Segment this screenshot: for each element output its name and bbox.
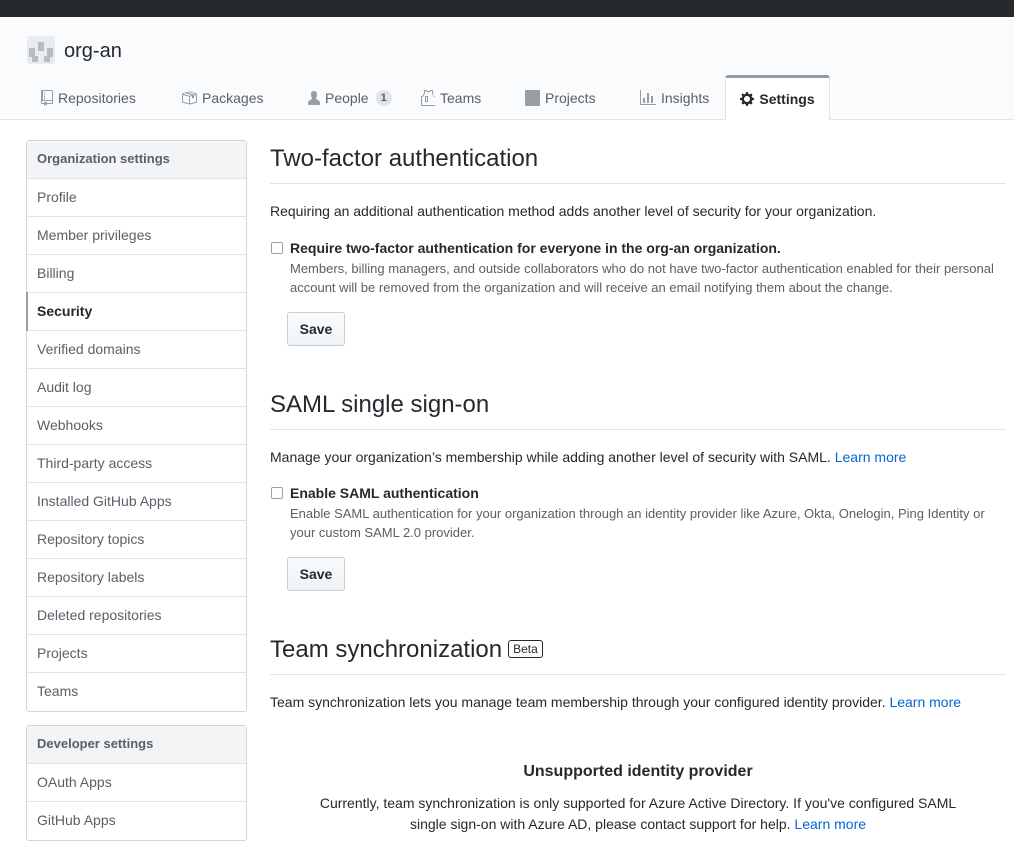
- sidebar-item-deleted-repositories[interactable]: Deleted repositories: [27, 597, 246, 635]
- sidebar-item-security[interactable]: Security: [26, 292, 246, 331]
- enable-saml-note: Enable SAML authentication for your orga…: [290, 506, 985, 540]
- enable-saml-label[interactable]: Enable SAML authentication: [290, 484, 479, 502]
- tab-label: Teams: [440, 89, 482, 106]
- tab-teams[interactable]: Teams: [421, 76, 481, 119]
- menu-heading: Developer settings: [27, 726, 246, 764]
- sidebar-item-audit-log[interactable]: Audit log: [27, 369, 246, 407]
- gear-icon: [740, 92, 755, 106]
- two-factor-description: Requiring an additional authentication m…: [270, 203, 877, 219]
- enable-saml-checkbox[interactable]: [271, 487, 283, 499]
- sidebar-item-third-party-access[interactable]: Third-party access: [27, 445, 246, 483]
- unsupported-learn-more-link[interactable]: Learn more: [794, 816, 866, 832]
- section-title-text: SAML single sign-on: [270, 391, 490, 418]
- developer-settings-menu: Developer settings OAuth Apps GitHub App…: [26, 725, 247, 841]
- tab-packages[interactable]: Packages: [181, 76, 263, 119]
- team-sync-title: Team synchronization Beta: [270, 635, 1006, 675]
- require-2fa-checkbox[interactable]: [271, 242, 283, 254]
- org-avatar[interactable]: [27, 36, 55, 64]
- unsupported-provider-title: Unsupported identity provider: [523, 763, 753, 780]
- sidebar-item-teams[interactable]: Teams: [27, 673, 246, 711]
- two-factor-save-button[interactable]: Save: [287, 312, 345, 346]
- section-title-text: Two-factor authentication: [270, 145, 539, 172]
- saml-learn-more-link[interactable]: Learn more: [835, 449, 907, 465]
- tab-label: Settings: [759, 91, 815, 107]
- sidebar-item-billing[interactable]: Billing: [27, 255, 246, 293]
- tab-label: Insights: [661, 89, 710, 106]
- tab-label: Repositories: [58, 89, 136, 106]
- sidebar-item-repository-labels[interactable]: Repository labels: [27, 559, 246, 597]
- sidebar-item-oauth-apps[interactable]: OAuth Apps: [27, 764, 246, 802]
- global-header-bar: [0, 0, 1014, 17]
- saml-title: SAML single sign-on: [270, 390, 1006, 430]
- package-icon: [182, 91, 197, 104]
- sidebar-item-installed-github-apps[interactable]: Installed GitHub Apps: [27, 483, 246, 521]
- org-name[interactable]: org-an: [64, 39, 122, 63]
- person-icon: [308, 90, 320, 105]
- saml-save-button[interactable]: Save: [287, 557, 345, 591]
- tab-label: People: [325, 89, 369, 106]
- team-sync-description-text: Team synchronization lets you manage tea…: [270, 694, 886, 710]
- require-2fa-label[interactable]: Require two-factor authentication for ev…: [290, 239, 781, 257]
- beta-badge: Beta: [508, 640, 543, 658]
- tab-label: Projects: [545, 89, 596, 106]
- tab-people[interactable]: People 1: [308, 76, 392, 119]
- two-factor-title: Two-factor authentication: [270, 144, 1006, 184]
- tab-projects[interactable]: Projects: [525, 76, 596, 119]
- saml-description: Manage your organization’s membership wh…: [270, 447, 906, 467]
- section-title-text: Team synchronization: [270, 636, 503, 663]
- saml-description-text: Manage your organization’s membership wh…: [270, 449, 831, 465]
- sidebar-item-github-apps[interactable]: GitHub Apps: [27, 802, 246, 840]
- people-count-badge: 1: [375, 89, 392, 106]
- sidebar-item-verified-domains[interactable]: Verified domains: [27, 331, 246, 369]
- sidebar-item-profile[interactable]: Profile: [27, 179, 246, 217]
- tab-repositories[interactable]: Repositories: [41, 76, 136, 119]
- project-icon: [525, 89, 540, 106]
- require-2fa-note: Members, billing managers, and outside c…: [290, 261, 994, 295]
- sidebar-item-webhooks[interactable]: Webhooks: [27, 407, 246, 445]
- unsupported-provider-text: Currently, team synchronization is only …: [300, 793, 976, 835]
- sidebar-item-projects[interactable]: Projects: [27, 635, 246, 673]
- team-sync-description: Team synchronization lets you manage tea…: [270, 692, 961, 712]
- jersey-icon: [421, 89, 435, 106]
- team-sync-learn-more-link[interactable]: Learn more: [889, 694, 961, 710]
- sidebar-item-repository-topics[interactable]: Repository topics: [27, 521, 246, 559]
- menu-heading: Organization settings: [27, 141, 246, 179]
- repo-icon: [41, 89, 53, 106]
- tab-label: Packages: [202, 89, 264, 106]
- tab-insights[interactable]: Insights: [640, 76, 709, 119]
- org-header: org-an Repositories Packages People 1 Te…: [0, 17, 1014, 120]
- graph-icon: [640, 89, 656, 105]
- org-settings-menu: Organization settings Profile Member pri…: [26, 140, 247, 712]
- sidebar-item-member-privileges[interactable]: Member privileges: [27, 217, 246, 255]
- tab-settings[interactable]: Settings: [725, 75, 830, 120]
